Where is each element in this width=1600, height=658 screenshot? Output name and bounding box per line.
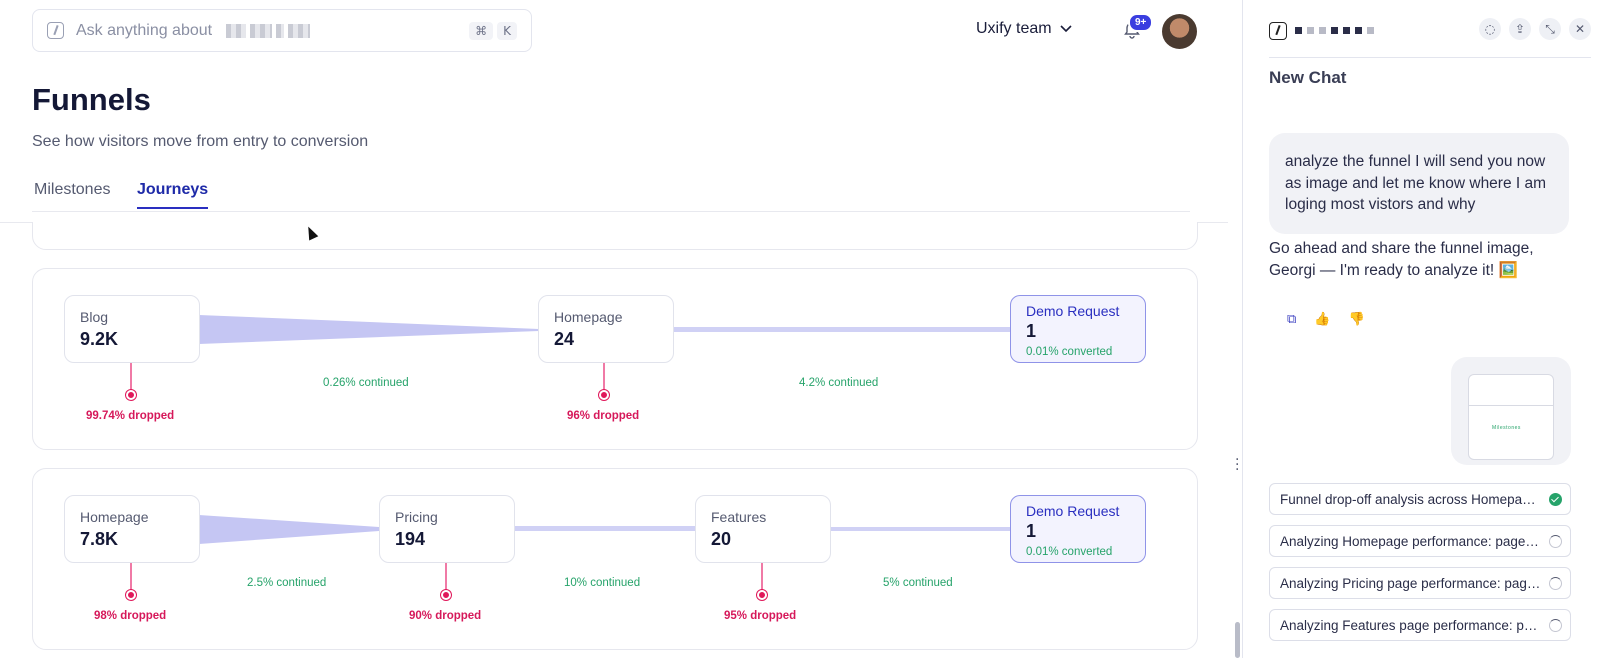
stage-name: Pricing — [395, 509, 438, 525]
share-icon[interactable]: ⇪ — [1509, 18, 1531, 40]
funnel-card: Blog 9.2K Homepage 24 Demo Request 1 0.0… — [32, 268, 1198, 450]
stage-value: 7.8K — [80, 529, 119, 549]
flow-band — [513, 526, 695, 531]
task-item[interactable]: Analyzing Features page performance: pag… — [1269, 609, 1571, 641]
task-label: Analyzing Pricing page performance: page… — [1280, 575, 1542, 591]
scrollbar[interactable] — [1235, 622, 1240, 658]
stage-value: 1 — [1026, 521, 1037, 541]
k-key: K — [497, 21, 517, 40]
chevron-down-icon — [1060, 25, 1072, 33]
thumbnail-divider — [1469, 405, 1553, 406]
redacted-site-name — [226, 23, 311, 38]
stage-value: 9.2K — [80, 329, 119, 349]
funnel-card: Homepage 7.8K Pricing 194 Features 20 De… — [32, 468, 1198, 650]
stage-name: Demo Request — [1026, 503, 1120, 519]
team-name: Uxify team — [976, 20, 1052, 37]
stage-name: Demo Request — [1026, 303, 1120, 319]
team-switcher[interactable]: Uxify team — [976, 20, 1072, 38]
task-label: Analyzing Features page performance: pag… — [1280, 617, 1542, 633]
message-actions: ⧉ 👍 👎 — [1287, 312, 1365, 327]
thumbnail-text: Milestones — [1492, 425, 1521, 431]
notification-badge: 9+ — [1128, 13, 1154, 32]
flow-band — [671, 327, 1011, 332]
task-label: Funnel drop-off analysis across Homepage… — [1280, 491, 1542, 507]
resize-handle-icon[interactable]: · · · — [1235, 453, 1239, 477]
tab-milestones[interactable]: Milestones — [34, 181, 110, 199]
collapse-icon[interactable]: ⤡ — [1539, 18, 1561, 40]
avatar[interactable] — [1162, 14, 1197, 49]
task-item[interactable]: Analyzing Pricing page performance: page… — [1269, 567, 1571, 599]
search-shortcut: ⌘ K — [469, 21, 517, 40]
page-title: Funnels — [32, 82, 151, 117]
stage-name: Homepage — [80, 509, 149, 525]
tab-journeys[interactable]: Journeys — [137, 181, 209, 209]
check-icon — [1549, 493, 1562, 506]
spinner-icon — [1549, 577, 1562, 590]
search-input[interactable]: Ask anything about ⌘ K — [32, 9, 532, 52]
page-subtitle: See how visitors move from entry to conv… — [32, 133, 369, 150]
flow-band — [199, 315, 539, 344]
cmd-key: ⌘ — [469, 21, 494, 40]
flow-band — [829, 527, 1011, 531]
image-thumbnail: Milestones — [1468, 374, 1554, 460]
spinner-icon — [1549, 619, 1562, 632]
chat-title: New Chat — [1269, 68, 1347, 87]
task-label: Analyzing Homepage performance: page spe… — [1280, 533, 1542, 549]
stage-name: Homepage — [554, 309, 623, 325]
history-icon[interactable]: ◌ — [1479, 18, 1501, 40]
chat-header-actions: ◌ ⇪ ⤡ ✕ — [1479, 18, 1591, 40]
stage-value: 1 — [1026, 321, 1037, 341]
task-item[interactable]: Funnel drop-off analysis across Homepage… — [1269, 483, 1571, 515]
logo-icon — [1269, 21, 1287, 40]
funnel-stage[interactable]: Homepage 24 — [538, 295, 674, 363]
slash-icon — [47, 22, 64, 39]
user-message: analyze the funnel I will send you now a… — [1269, 133, 1569, 234]
chat-header: ◌ ⇪ ⤡ ✕ — [1269, 18, 1591, 58]
funnel-stage[interactable]: Pricing 194 — [379, 495, 515, 563]
task-item[interactable]: Analyzing Homepage performance: page spe… — [1269, 525, 1571, 557]
thumbs-down-icon[interactable]: 👎 — [1348, 312, 1364, 327]
funnel-goal-stage[interactable]: Demo Request 1 0.01% converted — [1010, 295, 1146, 363]
stage-value: 194 — [395, 529, 426, 549]
search-placeholder: Ask anything about — [76, 21, 213, 39]
main-content: Ask anything about ⌘ K Uxify team 9+ Fun… — [0, 0, 1228, 658]
funnel-stage[interactable]: Homepage 7.8K — [64, 495, 200, 563]
funnel-list[interactable]: Blog 9.2K Homepage 24 Demo Request 1 0.0… — [0, 222, 1228, 658]
image-attachment[interactable]: Milestones — [1451, 357, 1571, 465]
stage-value: 20 — [711, 529, 732, 549]
close-icon[interactable]: ✕ — [1569, 18, 1591, 40]
stage-converted: 0.01% converted — [1026, 346, 1113, 358]
funnel-stage[interactable]: Blog 9.2K — [64, 295, 200, 363]
stage-name: Features — [711, 509, 767, 525]
funnel-stage[interactable]: Features 20 — [695, 495, 831, 563]
thumbs-up-icon[interactable]: 👍 — [1314, 312, 1330, 327]
tab-bar: Milestones Journeys — [32, 177, 1190, 212]
flow-band — [199, 515, 379, 544]
assistant-message: Go ahead and share the funnel image, Geo… — [1269, 240, 1534, 279]
stage-converted: 0.01% converted — [1026, 546, 1113, 558]
redacted-chat-title — [1295, 27, 1374, 34]
funnel-card-previous — [32, 222, 1198, 250]
spinner-icon — [1549, 535, 1562, 548]
stage-name: Blog — [80, 309, 109, 325]
funnel-goal-stage[interactable]: Demo Request 1 0.01% converted — [1010, 495, 1146, 563]
copy-icon[interactable]: ⧉ — [1287, 312, 1296, 327]
stage-value: 24 — [554, 329, 575, 349]
chat-panel: ◌ ⇪ ⤡ ✕ New Chat analyze the funnel I wi… — [1243, 0, 1600, 658]
